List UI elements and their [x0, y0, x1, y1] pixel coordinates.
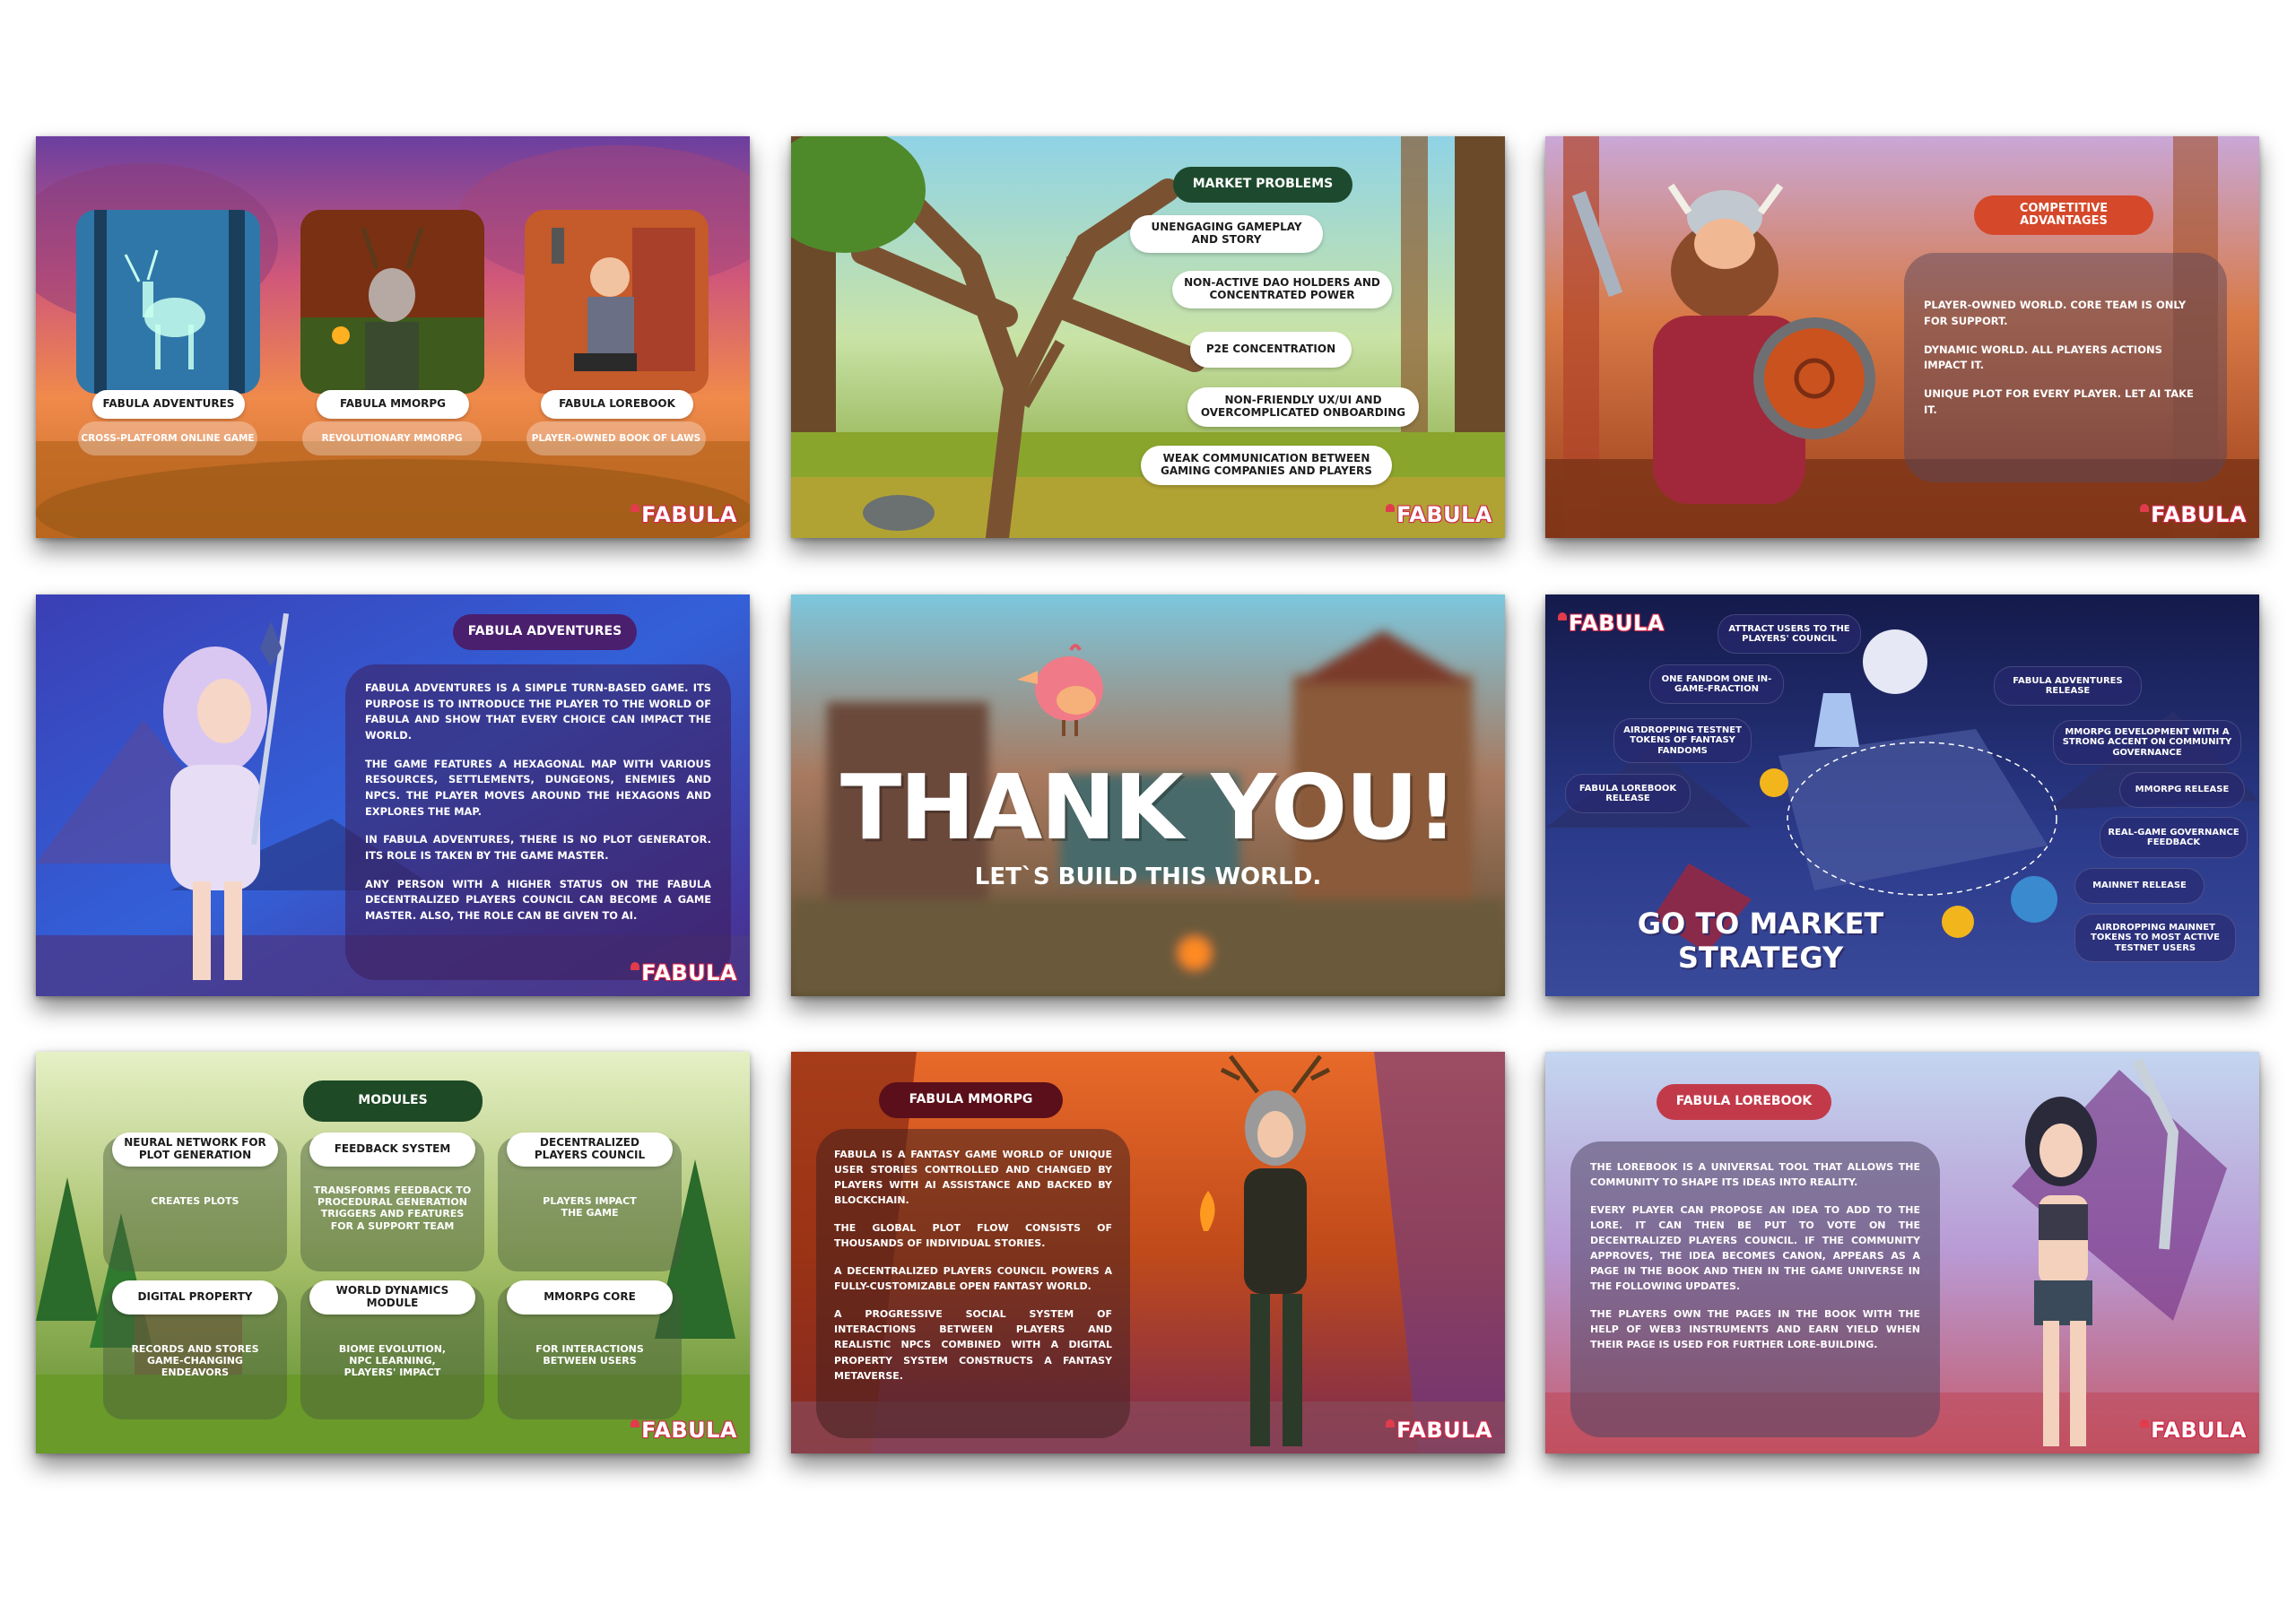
gtm-node-governance-feedback: REAL-GAME GOVERNANCE FEEDBACK — [2100, 817, 2248, 858]
card-title-adventures: FABULA ADVENTURES — [92, 390, 245, 419]
market-problems-title: MARKET PROBLEMS — [1173, 167, 1352, 203]
lorebook-paragraph-2: EVERY PLAYER CAN PROPOSE AN IDEA TO ADD … — [1590, 1204, 1920, 1293]
mmorpg-paragraph-1: FABULA IS A FANTASY GAME WORLD OF UNIQUE… — [834, 1149, 1112, 1207]
module-name-3: DECENTRALIZED PLAYERS COUNCIL — [507, 1132, 673, 1167]
mmorpg-description-panel: FABULA IS A FANTASY GAME WORLD OF UNIQUE… — [816, 1129, 1130, 1438]
blacksmith-illustration — [525, 210, 709, 394]
mushroom-icon — [2140, 1419, 2150, 1427]
module-name-2: FEEDBACK SYSTEM — [309, 1132, 475, 1167]
adventures-card-image[interactable] — [76, 210, 260, 394]
spirit-deer-illustration — [76, 210, 260, 394]
mushroom-icon — [1386, 1419, 1396, 1427]
gtm-node-airdrop-testnet: AIRDROPPING TESTNET TOKENS OF FANTASY FA… — [1613, 718, 1752, 763]
lorebook-title: FABULA LOREBOOK — [1657, 1084, 1831, 1120]
gtm-node-mainnet-release: MAINNET RELEASE — [2074, 868, 2205, 904]
fabula-logo: FABULA — [631, 502, 737, 527]
advantages-panel: PLAYER-OWNED WORLD. CORE TEAM IS ONLY FO… — [1904, 253, 2227, 482]
advantages-title: COMPETITIVE ADVANTAGES — [1974, 195, 2153, 235]
slide-fabula-adventures[interactable]: FABULA ADVENTURES FABULA ADVENTURES IS A… — [36, 594, 750, 996]
adventures-description-panel: FABULA ADVENTURES IS A SIMPLE TURN-BASED… — [345, 664, 731, 980]
slide-products[interactable]: FABULA ADVENTURES FABULA MMORPG FABULA L… — [36, 136, 750, 538]
thank-you-subtitle: LET`S BUILD THIS WORLD. — [974, 863, 1322, 890]
adventures-paragraph-4: ANY PERSON WITH A HIGHER STATUS ON THE F… — [365, 877, 711, 923]
mushroom-icon — [631, 504, 640, 512]
mmorpg-paragraph-2: THE GLOBAL PLOT FLOW CONSISTS OF THOUSAN… — [834, 1222, 1112, 1250]
advantage-2: DYNAMIC WORLD. ALL PLAYERS ACTIONS IMPAC… — [1924, 343, 2162, 372]
adventures-paragraph-2: THE GAME FEATURES A HEXAGONAL MAP WITH V… — [365, 757, 711, 818]
module-desc-2: TRANSFORMS FEEDBACK TO PROCEDURAL GENERA… — [313, 1184, 472, 1232]
module-name-1: NEURAL NETWORK FOR PLOT GENERATION — [112, 1132, 278, 1167]
mmorpg-paragraph-3: A DECENTRALIZED PLAYERS COUNCIL POWERS A… — [834, 1265, 1112, 1293]
card-title-mmorpg: FABULA MMORPG — [317, 390, 469, 419]
card-subtitle-lorebook: PLAYER-OWNED BOOK OF LAWS — [526, 421, 706, 456]
fabula-logo: FABULA — [1558, 611, 1665, 636]
modules-title: MODULES — [303, 1080, 483, 1122]
module-desc-5: BIOME EVOLUTION, NPC LEARNING, PLAYERS' … — [338, 1343, 447, 1379]
module-desc-3: PLAYERS IMPACT THE GAME — [543, 1195, 637, 1219]
card-subtitle-adventures: CROSS-PLATFORM ONLINE GAME — [78, 421, 257, 456]
problem-item-4: NON-FRIENDLY UX/UI AND OVERCOMPLICATED O… — [1187, 387, 1419, 427]
fabula-logo: FABULA — [631, 1418, 737, 1443]
gtm-title-line1: GO TO MARKET — [1637, 907, 1884, 941]
card-title-lorebook: FABULA LOREBOOK — [541, 390, 693, 419]
advantage-1: PLAYER-OWNED WORLD. CORE TEAM IS ONLY FO… — [1924, 299, 2187, 327]
adventures-paragraph-1: FABULA ADVENTURES IS A SIMPLE TURN-BASED… — [365, 681, 711, 742]
thank-you-heading: THANK YOU! — [840, 755, 1457, 860]
slide-fabula-lorebook[interactable]: FABULA LOREBOOK THE LOREBOOK IS A UNIVER… — [1545, 1052, 2259, 1453]
problem-item-3: P2E CONCENTRATION — [1190, 332, 1352, 368]
card-subtitle-mmorpg: REVOLUTIONARY MMORPG — [302, 421, 482, 456]
problem-item-5: WEAK COMMUNICATION BETWEEN GAMING COMPAN… — [1141, 446, 1392, 485]
gtm-node-attract-users: ATTRACT USERS TO THE PLAYERS' COUNCIL — [1718, 614, 1861, 654]
module-name-6: MMORPG CORE — [507, 1280, 673, 1315]
adventures-title: FABULA ADVENTURES — [453, 614, 637, 650]
fabula-logo: FABULA — [2140, 502, 2247, 527]
lorebook-card-image[interactable] — [525, 210, 709, 394]
fabula-logo: FABULA — [631, 960, 737, 985]
mmorpg-card-image[interactable] — [300, 210, 484, 394]
mushroom-icon — [631, 1419, 640, 1427]
module-name-5: WORLD DYNAMICS MODULE — [309, 1280, 475, 1315]
gtm-node-adventures-release: FABULA ADVENTURES RELEASE — [1994, 666, 2142, 706]
mushroom-icon — [1558, 612, 1567, 620]
mushroom-icon — [631, 962, 640, 970]
lorebook-description-panel: THE LOREBOOK IS A UNIVERSAL TOOL THAT AL… — [1570, 1141, 1940, 1437]
lorebook-paragraph-3: THE PLAYERS OWN THE PAGES IN THE BOOK WI… — [1590, 1308, 1920, 1351]
mmorpg-paragraph-4: A PROGRESSIVE SOCIAL SYSTEM OF INTERACTI… — [834, 1308, 1112, 1382]
fabula-logo: FABULA — [2140, 1418, 2247, 1443]
module-name-4: DIGITAL PROPERTY — [112, 1280, 278, 1315]
antlered-sorceress-illustration — [300, 210, 484, 394]
fabula-logo: FABULA — [1386, 1418, 1492, 1443]
gtm-title: GO TO MARKET STRATEGY — [1631, 907, 1891, 976]
slide-modules[interactable]: MODULES NEURAL NETWORK FOR PLOT GENERATI… — [36, 1052, 750, 1453]
problem-item-2: NON-ACTIVE DAO HOLDERS AND CONCENTRATED … — [1172, 271, 1392, 308]
fabula-logo: FABULA — [1386, 502, 1492, 527]
mushroom-icon — [2140, 504, 2150, 512]
slide-competitive-advantages[interactable]: COMPETITIVE ADVANTAGES PLAYER-OWNED WORL… — [1545, 136, 2259, 538]
mushroom-icon — [1386, 504, 1396, 512]
adventures-paragraph-3: IN FABULA ADVENTURES, THERE IS NO PLOT G… — [365, 833, 711, 863]
advantage-3: UNIQUE PLOT FOR EVERY PLAYER. LET AI TAK… — [1924, 387, 2194, 417]
slide-fabula-mmorpg[interactable]: FABULA MMORPG FABULA IS A FANTASY GAME W… — [791, 1052, 1505, 1453]
gtm-node-mmorpg-release: MMORPG RELEASE — [2119, 772, 2245, 808]
gtm-title-line2: STRATEGY — [1677, 941, 1844, 976]
gtm-node-lorebook-release: FABULA LOREBOOK RELEASE — [1565, 774, 1691, 813]
mmorpg-title: FABULA MMORPG — [879, 1082, 1063, 1118]
slide-market-problems[interactable]: MARKET PROBLEMS UNENGAGING GAMEPLAY AND … — [791, 136, 1505, 538]
gtm-node-mmorpg-development: MMORPG DEVELOPMENT WITH A STRONG ACCENT … — [2053, 720, 2241, 765]
gtm-node-airdrop-mainnet: AIRDROPPING MAINNET TOKENS TO MOST ACTIV… — [2074, 914, 2236, 962]
module-desc-6: FOR INTERACTIONS BETWEEN USERS — [535, 1343, 644, 1367]
gtm-node-one-fandom: ONE FANDOM ONE IN-GAME-FRACTION — [1649, 664, 1784, 704]
slide-thank-you[interactable]: THANK YOU! LET`S BUILD THIS WORLD. — [791, 594, 1505, 996]
lorebook-paragraph-1: THE LOREBOOK IS A UNIVERSAL TOOL THAT AL… — [1590, 1161, 1920, 1189]
module-desc-4: RECORDS AND STORES GAME-CHANGING ENDEAVO… — [131, 1343, 259, 1379]
slide-go-to-market[interactable]: FABULA ATTRACT USERS TO THE PLAYERS' COU… — [1545, 594, 2259, 996]
module-desc-1: CREATES PLOTS — [151, 1195, 239, 1207]
problem-item-1: UNENGAGING GAMEPLAY AND STORY — [1130, 215, 1323, 253]
